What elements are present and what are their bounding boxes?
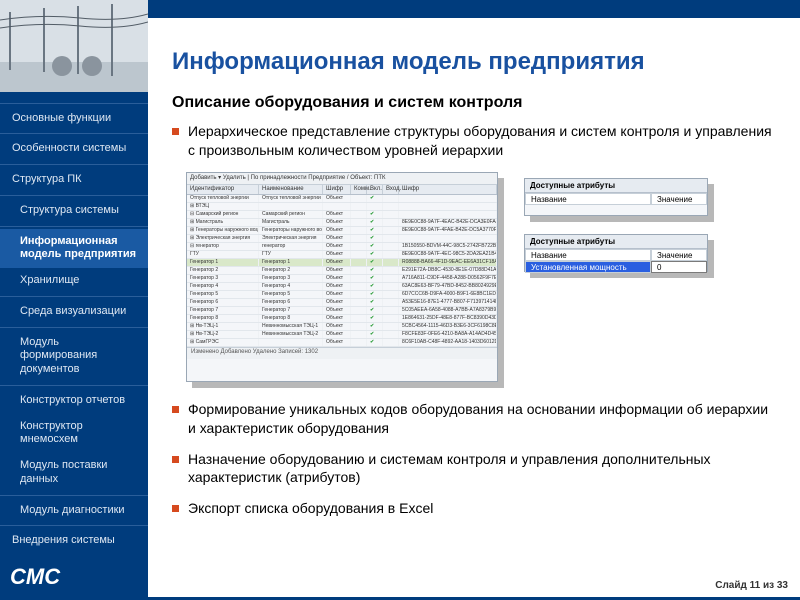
table-row: ⊞ СамГРЭСОбъект✔8C6F10AB-C48F-4892-AA18-…: [187, 339, 497, 347]
nav-item[interactable]: Особенности системы: [0, 136, 148, 162]
slide-counter: Слайд 11 из 33: [715, 580, 788, 591]
page-subtitle: Описание оборудования и систем контроля: [172, 94, 776, 112]
table-row: Генератор 2Генератор 2Объект✔E291E72A-DB…: [187, 267, 497, 275]
screenshot-gallery: Добавить ▾ Удалить | По принадлежности П…: [186, 172, 776, 382]
status-bar: Изменено Добавлено Удалено Записей: 1302: [187, 347, 497, 359]
table-body: Отпуск тепловой энергииОтпуск тепловой э…: [187, 195, 497, 347]
table-row: Генератор 1Генератор 1Объект✔R08888-BA66…: [187, 259, 497, 267]
nav-item[interactable]: Среда визуализации: [0, 299, 148, 325]
bullet-item: Формирование уникальных кодов оборудован…: [172, 400, 776, 438]
popup-title: Доступные атрибуты: [525, 179, 707, 193]
toolbar: Добавить ▾ Удалить | По принадлежности П…: [187, 173, 497, 185]
table-row: ⊞ МагистральМагистральОбъект✔8E9E0C88-9A…: [187, 219, 497, 227]
table-row: ГТУГТУОбъект✔8E9E0C88-9A7F-4EC-98C5-2DA2…: [187, 251, 497, 259]
table-row: Генератор 5Генератор 5Объект✔6D7CCC6B-D9…: [187, 291, 497, 299]
bullet-item: Назначение оборудованию и системам контр…: [172, 450, 776, 488]
table-row: Генератор 4Генератор 4Объект✔63AC8E63-BF…: [187, 283, 497, 291]
table-row: Генератор 6Генератор 6Объект✔A53E5E16-87…: [187, 299, 497, 307]
table-row: Генератор 7Генератор 7Объект✔5C05AEEA-6A…: [187, 307, 497, 315]
popup-col-value: Значение: [651, 193, 707, 205]
nav-item[interactable]: Структура ПК: [0, 167, 148, 193]
sidebar-image: [0, 0, 148, 92]
nav-item[interactable]: Структура системы: [0, 198, 148, 224]
table-row: ⊞ Нв-ТЭЦ-1Невинномысская ТЭЦ-1Объект✔5CB…: [187, 323, 497, 331]
popup-col-value: Значение: [651, 249, 707, 261]
table-row: Генератор 8Генератор 8Объект✔1E864631-25…: [187, 315, 497, 323]
table-row: Генератор 3Генератор 3Объект✔A716A811-C9…: [187, 275, 497, 283]
bullet-item: Экспорт списка оборудования в Excel: [172, 499, 776, 518]
table-row: ⊞ Электрическая энергияЭлектрическая эне…: [187, 235, 497, 243]
page-title: Информационная модель предприятия: [172, 48, 776, 76]
bullet-list: Формирование уникальных кодов оборудован…: [172, 400, 776, 518]
logo: СМС: [0, 554, 148, 600]
table-header: ИдентификаторНаименованиеШифрКомм.Вкл.Вх…: [187, 185, 497, 195]
main: Информационная модель предприятия Описан…: [148, 0, 800, 600]
nav-item[interactable]: Конструктор мнемосхем: [0, 414, 148, 454]
table-row: ⊟ генераторгенераторОбъект✔1B150550-BDVM…: [187, 243, 497, 251]
intro-bullet: Иерархическое представление структуры об…: [172, 122, 776, 160]
nav-item[interactable]: Модуль диагностики: [0, 498, 148, 524]
table-row: ⊟ Самарский регионСамарский регионОбъект…: [187, 211, 497, 219]
nav: НазначениеОсновные функцииОсобенности си…: [0, 75, 148, 554]
topbar: [148, 0, 800, 18]
nav-item[interactable]: Хранилище: [0, 268, 148, 294]
svg-text:СМС: СМС: [10, 564, 61, 589]
nav-item[interactable]: Основные функции: [0, 106, 148, 132]
table-row: ⊞ ВТЭЦ: [187, 203, 497, 211]
table-row: ⊞ Генераторы наружного воздухаГенераторы…: [187, 227, 497, 235]
popup-title: Доступные атрибуты: [525, 235, 707, 249]
popup-col-name: Название: [525, 193, 651, 205]
nav-item[interactable]: Конструктор отчетов: [0, 388, 148, 414]
screenshot-main: Добавить ▾ Удалить | По принадлежности П…: [186, 172, 498, 382]
nav-item[interactable]: Модуль формирования документов: [0, 330, 148, 383]
popup-attr-value: 0: [651, 261, 707, 273]
screenshot-popup-2: Доступные атрибуты Название Значение Уст…: [524, 234, 708, 272]
table-row: Отпуск тепловой энергииОтпуск тепловой э…: [187, 195, 497, 203]
popup-attr-name: Установленная мощность: [525, 261, 651, 273]
nav-item[interactable]: Внедрения системы: [0, 528, 148, 554]
nav-item[interactable]: Информационная модель предприятия: [0, 229, 148, 269]
nav-item[interactable]: Модуль поставки данных: [0, 453, 148, 493]
popup-col-name: Название: [525, 249, 651, 261]
screenshot-popup-1: Доступные атрибуты Название Значение: [524, 178, 708, 216]
table-row: ⊞ Нв-ТЭЦ-2Невинномысская ТЭЦ-2Объект✔F8C…: [187, 331, 497, 339]
